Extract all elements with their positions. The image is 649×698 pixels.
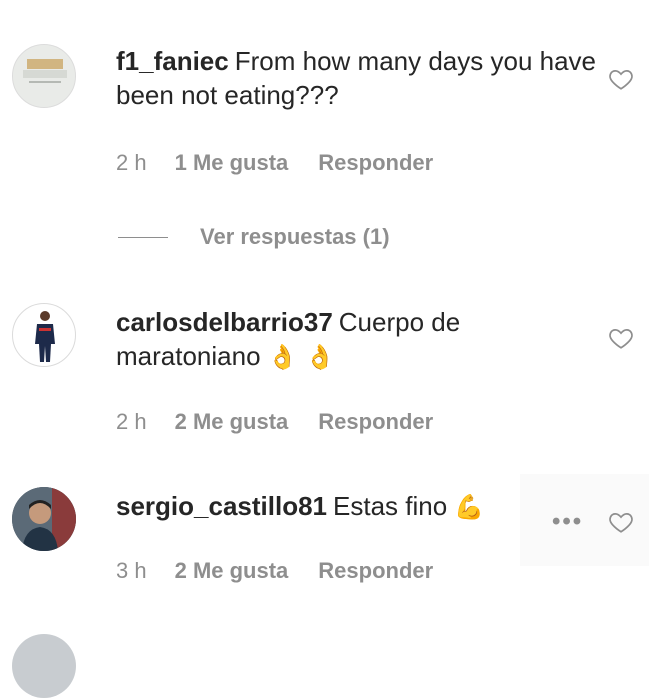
more-options-icon[interactable]: ••• <box>552 508 583 536</box>
comment-time[interactable]: 2 h <box>116 409 147 435</box>
view-replies-label: Ver respuestas (1) <box>200 224 390 249</box>
comment-meta: 2 h 2 Me gusta Responder <box>116 409 433 435</box>
comment-meta: 2 h 1 Me gusta Responder <box>116 150 433 176</box>
comment-time[interactable]: 2 h <box>116 150 147 176</box>
avatar[interactable] <box>12 634 76 698</box>
avatar-logo-icon <box>13 45 75 107</box>
reply-button[interactable]: Responder <box>318 150 433 176</box>
avatar-photo-icon <box>12 487 76 551</box>
flexed-biceps-emoji: 💪 <box>454 493 485 521</box>
comment-username[interactable]: f1_faniec <box>116 46 229 76</box>
comment-body: Estas fino <box>333 491 448 521</box>
comment-likes[interactable]: 2 Me gusta <box>175 409 289 435</box>
comment-meta: 3 h 2 Me gusta Responder <box>116 558 433 584</box>
comment-time[interactable]: 3 h <box>116 558 147 584</box>
comment-username[interactable]: carlosdelbarrio37 <box>116 307 333 337</box>
heart-icon[interactable] <box>608 509 634 535</box>
avatar-person-icon <box>35 311 55 362</box>
heart-icon[interactable] <box>608 325 634 351</box>
avatar[interactable] <box>12 44 76 108</box>
view-replies-button[interactable]: Ver respuestas (1) <box>118 224 390 250</box>
avatar[interactable] <box>12 303 76 367</box>
heart-icon[interactable] <box>608 66 634 92</box>
reply-button[interactable]: Responder <box>318 409 433 435</box>
reply-button[interactable]: Responder <box>318 558 433 584</box>
avatar[interactable] <box>12 487 76 551</box>
comment-text: f1_faniec From how many days you have bee… <box>116 44 596 112</box>
comment-text: sergio_castillo81 Estas fino 💪 <box>116 489 536 524</box>
ok-hand-emoji: 👌 👌 <box>267 343 336 371</box>
comment-text: carlosdelbarrio37 Cuerpo de maratoniano 👌… <box>116 305 596 374</box>
replies-divider <box>118 236 168 238</box>
comment-likes[interactable]: 2 Me gusta <box>175 558 289 584</box>
comment-likes[interactable]: 1 Me gusta <box>175 150 289 176</box>
comment-username[interactable]: sergio_castillo81 <box>116 491 327 521</box>
